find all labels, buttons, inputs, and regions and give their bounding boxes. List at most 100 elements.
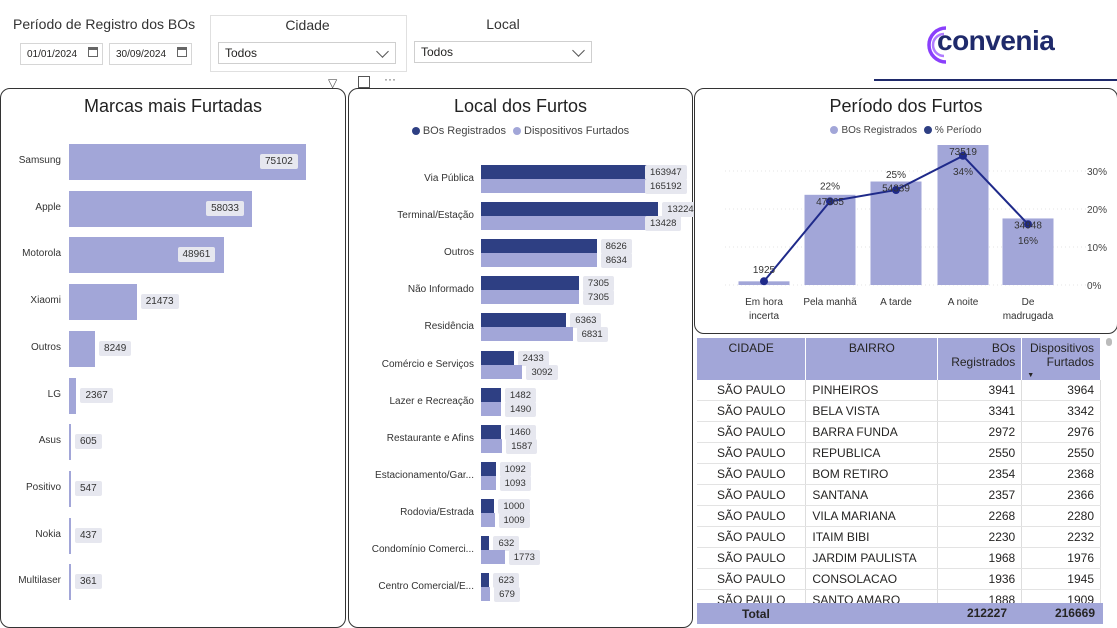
cidade-dropdown[interactable]: Todos (218, 42, 396, 64)
period-bar[interactable] (804, 194, 856, 285)
col-header-bairro[interactable]: BAIRRO (805, 338, 939, 380)
local-bar-disp[interactable] (481, 253, 597, 268)
total-bos: 212227 (966, 606, 1007, 620)
local-bar-disp[interactable] (481, 550, 505, 564)
local-bar-disp[interactable] (481, 401, 501, 416)
cell-disp: 2368 (1021, 463, 1101, 485)
cidade-label: Cidade (285, 17, 330, 33)
local-title: Local dos Furtos (453, 96, 588, 116)
local-bar-bos[interactable] (481, 424, 501, 439)
table-scrollbar[interactable] (1106, 338, 1112, 346)
local-bar-disp[interactable] (481, 364, 523, 379)
calendar-icon[interactable] (88, 47, 98, 57)
period-bar[interactable] (870, 181, 922, 285)
table-row[interactable]: SÃO PAULO BELA VISTA 3341 3342 (697, 400, 1101, 422)
local-value-disp: 1093 (499, 475, 531, 491)
sort-desc-icon[interactable]: ▼ (1027, 372, 1034, 379)
local-value-bos: 1092 (499, 461, 531, 477)
local-value: Todos (421, 45, 454, 59)
col-header-disp[interactable]: Dispositivos Furtados ▼ (1021, 338, 1101, 380)
cell-cidade: SÃO PAULO (697, 568, 807, 590)
local-bar-disp[interactable] (481, 587, 491, 602)
local-bar-bos[interactable] (481, 573, 490, 588)
local-bar-bos[interactable] (481, 276, 579, 291)
local-bar-bos[interactable] (481, 461, 496, 476)
local-bar-disp[interactable] (481, 512, 495, 527)
cell-cidade: SÃO PAULO (697, 547, 807, 569)
local-bar-disp[interactable] (481, 179, 661, 193)
local-dropdown[interactable]: Todos (414, 41, 592, 63)
cell-bairro: SANTANA (805, 484, 939, 506)
brand-category-label: Samsung (18, 155, 61, 166)
table-row[interactable]: SÃO PAULO REPUBLICA 2550 2550 (697, 442, 1101, 464)
local-category-label: Via Pública (424, 173, 474, 184)
brand-bar[interactable] (69, 470, 71, 507)
local-category-label: Restaurante e Afins (386, 432, 474, 444)
local-panel: Local dos Furtos BOs Registrados Disposi… (348, 88, 699, 628)
local-value-bos: 6363 (570, 313, 602, 329)
table-row[interactable]: SÃO PAULO BARRA FUNDA 2972 2976 (697, 421, 1101, 443)
local-bar-disp[interactable] (481, 475, 496, 490)
brand-category-label: Motorola (22, 248, 61, 260)
table-row[interactable]: SÃO PAULO VILA MARIANA 2268 2280 (697, 505, 1101, 527)
local-bar-bos[interactable] (481, 536, 490, 550)
cell-bos: 3941 (937, 380, 1023, 401)
local-bar-bos[interactable] (481, 387, 501, 402)
brand-value-label: 75102 (260, 154, 298, 169)
pct-point[interactable] (760, 277, 768, 286)
col-header-cidade[interactable]: CIDADE (697, 338, 807, 380)
header-divider (874, 79, 1117, 81)
total-disp: 216669 (1054, 606, 1095, 620)
cell-bos: 2972 (937, 421, 1023, 443)
brand-bar[interactable] (69, 424, 71, 461)
marcas-panel: Marcas mais Furtadas Samsung 75102 Apple 58… (0, 88, 346, 628)
table-row[interactable]: SÃO PAULO ITAIM BIBI 2230 2232 (697, 526, 1101, 548)
local-bar-bos[interactable] (481, 313, 567, 328)
col-header-bos[interactable]: BOs Registrados (937, 338, 1023, 380)
brand-bar[interactable] (69, 564, 71, 601)
local-bar-bos[interactable] (481, 165, 661, 179)
cell-disp: 2550 (1021, 442, 1101, 464)
brand-value-label: 437 (75, 527, 102, 543)
periodo-panel: Período dos Furtos BOs Registrados % Per… (694, 88, 1117, 334)
table-row[interactable]: SÃO PAULO CONSOLACAO 1936 1945 (697, 568, 1101, 590)
local-bar-disp[interactable] (481, 216, 661, 231)
more-options-icon[interactable]: ··· (384, 72, 396, 86)
brand-bar[interactable] (69, 284, 137, 321)
local-bar-disp[interactable] (481, 290, 579, 305)
table-row[interactable]: SÃO PAULO SANTANA 2357 2366 (697, 484, 1101, 506)
local-bar-bos[interactable] (481, 498, 495, 513)
cell-bairro: ITAIM BIBI (805, 526, 939, 548)
local-bar-disp[interactable] (481, 438, 503, 453)
brand-bar[interactable] (69, 330, 96, 367)
date-end-input[interactable]: 30/09/2024 (109, 43, 192, 65)
local-value-disp: 165192 (645, 179, 687, 194)
cell-bos: 1936 (937, 568, 1023, 590)
table-row[interactable]: SÃO PAULO PINHEIROS 3941 3964 (697, 380, 1101, 401)
pct-value-label: 16% (1018, 236, 1038, 247)
local-bar-bos[interactable] (481, 239, 597, 254)
chevron-down-icon (376, 45, 389, 58)
period-category-label: madrugada (1003, 311, 1054, 322)
cell-bairro: CONSOLACAO (805, 568, 939, 590)
local-bar-disp[interactable] (481, 327, 573, 342)
y2-tick-label: 30% (1087, 167, 1107, 178)
date-start-input[interactable]: 01/01/2024 (20, 43, 103, 65)
brand-category-label: Asus (38, 435, 61, 447)
brand-bar[interactable] (69, 517, 71, 554)
table-row[interactable]: SÃO PAULO BOM RETIRO 2354 2368 (697, 463, 1101, 485)
local-bar-bos[interactable] (481, 350, 514, 365)
cell-cidade: SÃO PAULO (697, 421, 807, 443)
calendar-icon[interactable] (177, 47, 187, 57)
local-bar-bos[interactable] (481, 202, 659, 217)
bos-value-label: 34948 (1014, 220, 1042, 231)
cell-bairro: BARRA FUNDA (805, 421, 939, 443)
brand-category-label: Xiaomi (30, 295, 61, 307)
brand-bar[interactable] (69, 377, 77, 414)
table-row[interactable]: SÃO PAULO JARDIM PAULISTA 1968 1976 (697, 547, 1101, 569)
marcas-title: Marcas mais Furtadas (83, 96, 263, 116)
col-header-disp-label: Dispositivos Furtados (1029, 341, 1094, 369)
period-filter-label: Período de Registro dos BOs (13, 16, 196, 32)
focus-mode-icon[interactable] (358, 76, 370, 88)
cell-cidade: SÃO PAULO (697, 380, 807, 401)
